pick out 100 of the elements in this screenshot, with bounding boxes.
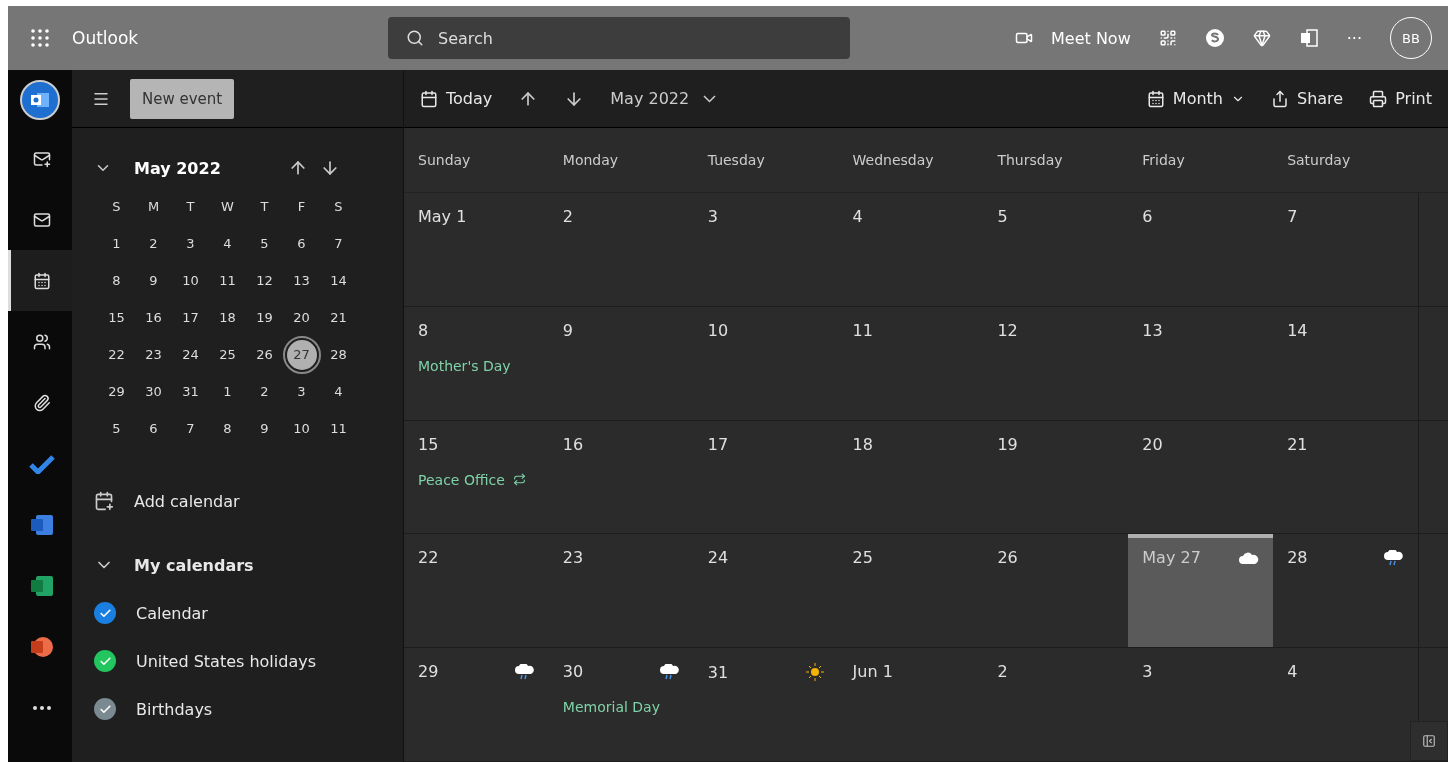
- date-label: May 27: [1142, 548, 1201, 568]
- more-icon: [31, 704, 52, 711]
- mini-calendar-day[interactable]: 1: [112, 236, 121, 251]
- add-calendar-link[interactable]: Add calendar: [134, 491, 240, 511]
- date-label: 18: [852, 434, 873, 454]
- mini-calendar-day[interactable]: 6: [297, 236, 306, 251]
- today-button[interactable]: Today: [420, 89, 493, 108]
- mini-calendar-day[interactable]: 10: [293, 421, 310, 436]
- mini-calendar-day[interactable]: 14: [330, 273, 347, 288]
- mini-calendar-day[interactable]: 24: [182, 347, 199, 362]
- diamond-button[interactable]: [1252, 29, 1271, 47]
- qr-code-button[interactable]: [1158, 29, 1177, 47]
- date-label: 5: [997, 207, 1008, 226]
- calendar-event[interactable]: Peace Office: [418, 471, 535, 488]
- date-label: May 1: [418, 207, 467, 226]
- check-icon: [98, 702, 112, 716]
- collapse-pane-icon: [1422, 734, 1436, 748]
- mini-calendar-day[interactable]: 21: [330, 310, 347, 325]
- mini-calendar-day[interactable]: 11: [330, 421, 347, 436]
- mini-calendar-day[interactable]: 28: [330, 347, 347, 362]
- mini-calendar-day[interactable]: 4: [223, 236, 232, 251]
- view-dropdown[interactable]: Month: [1146, 89, 1245, 108]
- mini-calendar-day[interactable]: 7: [334, 236, 343, 251]
- mini-calendar-day[interactable]: 8: [112, 273, 121, 288]
- date-label: 16: [562, 434, 584, 454]
- mini-calendar-day[interactable]: 7: [186, 421, 195, 436]
- mini-calendar-day[interactable]: 2: [260, 384, 269, 399]
- mini-calendar-day[interactable]: 1: [223, 384, 232, 399]
- mini-calendar-day[interactable]: 16: [145, 310, 162, 325]
- print-button[interactable]: Print: [1369, 89, 1432, 108]
- mini-calendar-day[interactable]: 5: [112, 421, 121, 436]
- mini-calendar-day[interactable]: 5: [260, 236, 269, 251]
- date-label: 11: [852, 320, 873, 340]
- weekday-label: F: [297, 199, 306, 214]
- date-label: 24: [707, 548, 729, 568]
- mini-calendar-day[interactable]: 17: [182, 310, 199, 325]
- calendar-event[interactable]: Mother's Day: [418, 357, 535, 374]
- date-label: 9: [562, 320, 574, 340]
- app-launcher-icon[interactable]: [30, 28, 50, 48]
- calendar-name[interactable]: United States holidays: [136, 651, 316, 671]
- date-label: 15: [418, 434, 439, 454]
- calendar-icon: [1146, 89, 1165, 108]
- calendar-checkbox[interactable]: [94, 650, 116, 672]
- weekday-label: M: [147, 199, 160, 214]
- mini-calendar-day[interactable]: 26: [256, 347, 273, 362]
- share-icon: [1271, 89, 1289, 108]
- mini-calendar-day[interactable]: 15: [108, 310, 125, 325]
- calendar-name[interactable]: Birthdays: [136, 699, 213, 719]
- date-label: 29: [418, 662, 439, 682]
- rail-item[interactable]: [8, 250, 72, 311]
- date-label: 22: [418, 548, 439, 568]
- mini-calendar-day[interactable]: 19: [256, 310, 273, 325]
- calendar-event[interactable]: Memorial Day: [562, 699, 680, 716]
- calendar-icon: [32, 271, 51, 290]
- mini-calendar-day[interactable]: 10: [182, 273, 199, 288]
- mini-calendar-day[interactable]: 6: [149, 421, 158, 436]
- weekday-label: T: [186, 199, 195, 214]
- date-label: 14: [1287, 320, 1308, 340]
- date-label: 3: [707, 207, 718, 226]
- mini-calendar-title: May 2022: [134, 158, 222, 178]
- weekday-header: Monday: [561, 152, 620, 168]
- check-icon: [98, 654, 112, 668]
- mini-calendar-day[interactable]: 2: [149, 236, 158, 251]
- weekday-header: Friday: [1141, 152, 1186, 168]
- new-event-button[interactable]: New event: [130, 78, 235, 119]
- search-placeholder: Search: [438, 28, 493, 48]
- mini-calendar-day[interactable]: 29: [108, 384, 125, 399]
- calendar-checkbox[interactable]: [94, 698, 116, 720]
- calendar-checkbox[interactable]: [94, 602, 116, 624]
- mini-calendar-day[interactable]: 9: [260, 421, 269, 436]
- date-label: 31: [707, 662, 729, 682]
- mini-calendar-day[interactable]: 12: [256, 273, 273, 288]
- meet-now-button[interactable]: Meet Now: [1015, 28, 1131, 48]
- mini-calendar-day[interactable]: 30: [145, 384, 162, 399]
- weekday-header: Wednesday: [851, 152, 935, 168]
- mail-icon: [32, 210, 51, 229]
- mini-calendar-day[interactable]: 8: [223, 421, 232, 436]
- mini-calendar-day[interactable]: 11: [219, 273, 236, 288]
- share-button[interactable]: Share: [1271, 89, 1344, 108]
- mini-calendar-day[interactable]: 4: [334, 384, 343, 399]
- mini-calendar-day[interactable]: 25: [219, 347, 236, 362]
- search-field[interactable]: Search: [388, 17, 850, 59]
- more-button[interactable]: ···: [1346, 28, 1362, 48]
- collapse-pane-button[interactable]: [1410, 721, 1448, 761]
- date-label: 17: [707, 434, 729, 454]
- calendar-name[interactable]: Calendar: [136, 603, 208, 623]
- mini-calendar-day[interactable]: 9: [149, 273, 158, 288]
- date-label: 25: [852, 548, 873, 568]
- month-picker[interactable]: May 2022: [610, 89, 717, 108]
- mini-calendar-day[interactable]: 20: [293, 310, 310, 325]
- mini-calendar-day[interactable]: 18: [219, 310, 236, 325]
- mini-calendar-day[interactable]: 13: [293, 273, 310, 288]
- mini-calendar-day[interactable]: 23: [145, 347, 162, 362]
- mini-calendar-day[interactable]: 22: [108, 347, 125, 362]
- outlook-logo[interactable]: [20, 80, 60, 120]
- date-label: 4: [852, 207, 863, 226]
- date-label: 6: [1142, 207, 1153, 226]
- mini-calendar-day[interactable]: 31: [182, 384, 199, 399]
- mini-calendar-day[interactable]: 3: [186, 236, 195, 251]
- mini-calendar-day[interactable]: 3: [297, 384, 306, 399]
